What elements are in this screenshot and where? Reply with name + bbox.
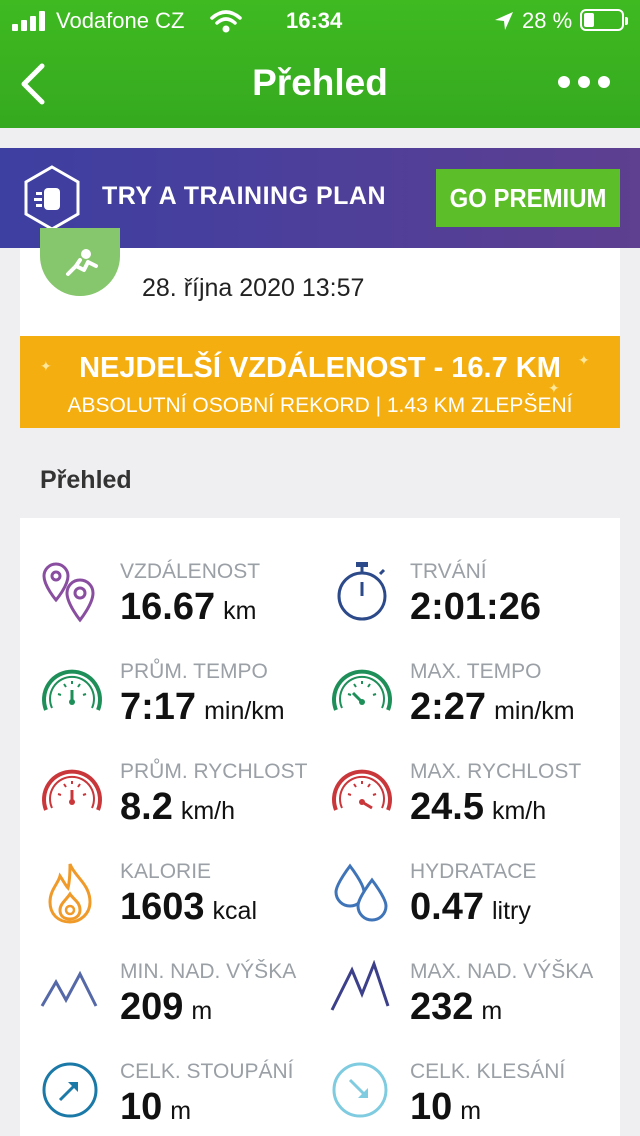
plan-badge-icon	[24, 165, 80, 231]
ascent-arrow-icon	[42, 1062, 98, 1118]
stat-value: 2:27	[410, 686, 487, 728]
flame-icon	[48, 863, 92, 924]
stat-label: TRVÁNÍ	[410, 560, 487, 583]
carrier-name: Vodafone CZ	[56, 8, 185, 33]
stat-value: 209	[120, 986, 184, 1028]
stat-unit: m	[460, 1097, 482, 1125]
go-premium-button[interactable]: GO PREMIUM	[436, 169, 620, 227]
stat-label: CELK. STOUPÁNÍ	[120, 1060, 294, 1083]
activity-datetime: 28. října 2020 13:57	[142, 274, 365, 302]
drops-icon	[334, 863, 388, 922]
stat-unit: m	[170, 1097, 192, 1125]
stat-avg-speed: PRŮM. RYCHLOST 8.2 km/h	[40, 760, 330, 860]
stat-label: MAX. NAD. VÝŠKA	[410, 960, 594, 983]
stat-distance: VZDÁLENOST 16.67 km	[40, 560, 330, 660]
stat-unit: km/h	[491, 797, 547, 825]
stat-unit: m	[481, 997, 503, 1025]
stat-label: MAX. TEMPO	[410, 660, 542, 683]
stat-value: 0.47	[410, 886, 484, 928]
stat-total-ascent: CELK. STOUPÁNÍ 10 m	[40, 1060, 330, 1136]
gauge-icon	[42, 669, 102, 711]
stat-label: CELK. KLESÁNÍ	[410, 1060, 566, 1083]
top-bar: Vodafone CZ 16:34 28 % Přehled	[0, 0, 640, 128]
status-bar: Vodafone CZ 16:34 28 %	[0, 0, 640, 40]
mountain-low-icon	[40, 970, 98, 1007]
record-title: NEJDELŠÍ VZDÁLENOST - 16.7 KM	[79, 352, 561, 384]
stat-value: 232	[410, 986, 474, 1028]
stat-unit: kcal	[212, 897, 258, 925]
stat-avg-pace: PRŮM. TEMPO 7:17 min/km	[40, 660, 330, 760]
stat-value: 2:01:26	[410, 586, 541, 628]
location-pins-icon	[42, 562, 95, 623]
stat-total-descent: CELK. KLESÁNÍ 10 m	[330, 1060, 620, 1136]
stat-unit: litry	[491, 897, 531, 925]
stat-max-elevation: MAX. NAD. VÝŠKA 232 m	[330, 960, 620, 1060]
stat-value: 10	[120, 1086, 163, 1128]
stat-max-speed: MAX. RYCHLOST 24.5 km/h	[330, 760, 620, 860]
stat-unit: km/h	[180, 797, 236, 825]
wifi-icon	[210, 10, 242, 33]
stat-label: MAX. RYCHLOST	[410, 760, 582, 783]
clock: 16:34	[286, 8, 343, 33]
signal-icon	[12, 11, 45, 31]
stat-unit: km	[223, 597, 257, 625]
stat-value: 7:17	[120, 686, 197, 728]
stopwatch-icon	[337, 562, 387, 621]
stat-unit: min/km	[204, 697, 285, 725]
stat-value: 10	[410, 1086, 453, 1128]
mountain-high-icon	[330, 960, 390, 1011]
stat-value: 24.5	[410, 786, 484, 828]
activity-type-badge	[40, 228, 120, 296]
stat-calories: KALORIE 1603 kcal	[40, 860, 330, 960]
stat-label: PRŮM. TEMPO	[120, 660, 268, 683]
stat-label: KALORIE	[120, 860, 212, 883]
stat-hydration: HYDRATACE 0.47 litry	[330, 860, 620, 960]
descent-arrow-icon	[332, 1062, 388, 1118]
stat-value: 1603	[120, 886, 205, 928]
record-subtitle: ABSOLUTNÍ OSOBNÍ REKORD | 1.43 KM ZLEPŠE…	[67, 394, 573, 417]
stat-label: VZDÁLENOST	[120, 560, 261, 583]
page-title: Přehled	[252, 62, 388, 103]
stat-value: 16.67	[120, 586, 216, 628]
stat-duration: TRVÁNÍ 2:01:26	[330, 560, 620, 660]
location-arrow-icon	[495, 12, 513, 30]
stat-label: HYDRATACE	[410, 860, 537, 883]
battery-icon	[580, 9, 628, 31]
stat-unit: min/km	[494, 697, 575, 725]
stat-label: PRŮM. RYCHLOST	[120, 760, 308, 783]
promo-text: TRY A TRAINING PLAN	[102, 182, 387, 210]
gauge-icon	[332, 669, 392, 711]
record-banner[interactable]: ✦ ✦ ✦ NEJDELŠÍ VZDÁLENOST - 16.7 KM ABSO…	[20, 336, 620, 428]
speedometer-icon	[332, 769, 392, 811]
speedometer-icon	[42, 769, 102, 811]
stats-card: VZDÁLENOST 16.67 km TRVÁNÍ 2:01:26 PRŮM. …	[20, 518, 620, 1136]
stat-unit: m	[191, 997, 213, 1025]
stat-max-pace: MAX. TEMPO 2:27 min/km	[330, 660, 620, 760]
more-options-button[interactable]	[556, 72, 612, 92]
stat-value: 8.2	[120, 786, 173, 828]
section-title: Přehled	[40, 466, 132, 494]
runner-icon	[66, 249, 98, 276]
stat-label: MIN. NAD. VÝŠKA	[120, 960, 297, 983]
stat-min-elevation: MIN. NAD. VÝŠKA 209 m	[40, 960, 330, 1060]
battery-percent: 28 %	[522, 8, 573, 33]
activity-header-card: 28. října 2020 13:57	[20, 228, 620, 336]
